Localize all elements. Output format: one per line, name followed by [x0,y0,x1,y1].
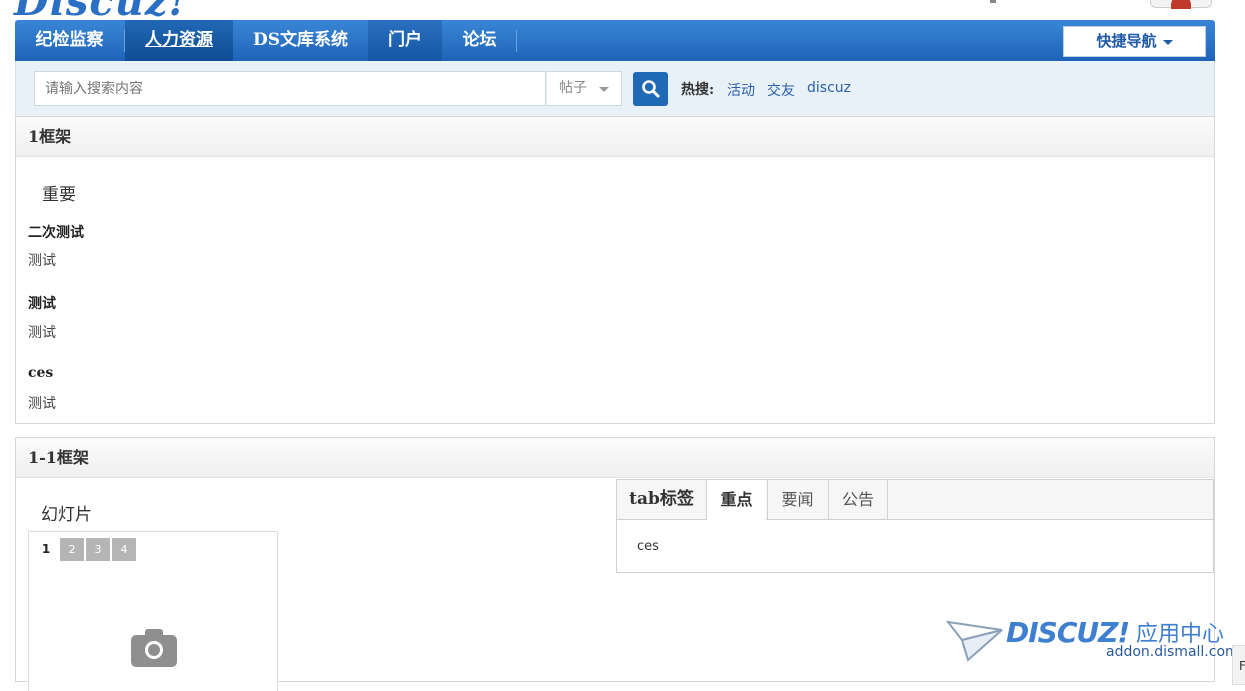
block-title: 重要 [42,185,76,205]
slide-indicator[interactable]: 1 [34,538,58,561]
search-type-value: 帖子 [559,80,587,96]
tab-widget: tab标签 重点 要闻 公告 ces [616,479,1214,573]
hot-search-link[interactable]: discuz [807,80,851,96]
frame-panel-1: 1框架 重要 二次测试 测试 测试 测试 ces 测试 [15,116,1215,424]
hot-search-link[interactable]: 交友 [767,80,795,100]
user-avatar[interactable] [1150,0,1212,9]
tab-gonggao[interactable]: 公告 [828,480,888,519]
tab-caption: tab标签 [629,489,694,509]
hot-search-link[interactable]: 活动 [727,80,755,100]
corner-widget[interactable]: F [1232,645,1245,685]
slide-indicator[interactable]: 4 [112,538,136,561]
tab-zhongdian[interactable]: 重点 [706,480,766,520]
article-summary: 测试 [28,325,56,341]
camera-icon [131,629,177,667]
slide-indicator[interactable]: 3 [86,538,110,561]
site-logo[interactable]: Discuz! [14,0,187,20]
article-summary: 测试 [28,396,56,412]
paper-plane-icon [946,620,1003,662]
panel-title: 1框架 [16,117,1214,157]
main-nav: 纪检监察 人力资源 DS文库系统 门户 论坛 快捷导航 [15,20,1215,61]
nav-item-portal[interactable]: 门户 [368,20,442,61]
nav-item-jijian[interactable]: 纪检监察 [15,20,124,61]
nav-item-hr[interactable]: 人力资源 [125,20,233,61]
article-title[interactable]: 二次测试 [28,222,84,242]
search-input[interactable] [34,71,546,106]
tab-yaowen[interactable]: 要闻 [767,480,827,519]
quick-nav-button[interactable]: 快捷导航 [1063,26,1206,57]
slide-indicator[interactable]: 2 [60,538,84,561]
search-button[interactable] [633,72,668,106]
panel-title: 1-1框架 [16,438,1214,478]
article-summary: 测试 [28,253,56,269]
tab-content-item[interactable]: ces [637,539,659,554]
nav-item-ds-library[interactable]: DS文库系统 [233,20,368,61]
search-icon [642,80,660,98]
top-header: Discuz! [0,0,1245,20]
quick-nav-label: 快捷导航 [1096,32,1157,50]
article-title[interactable]: ces [28,365,53,381]
search-type-select[interactable]: 帖子 [546,71,622,106]
chevron-down-icon [599,87,609,92]
search-bar: 帖子 热搜: 活动 交友 discuz [15,61,1215,116]
chevron-down-icon [1162,39,1173,45]
header-mark [990,0,996,3]
nav-item-forum[interactable]: 论坛 [442,20,517,61]
watermark-url: addon.dismall.com [1106,644,1239,660]
nav-separator [516,30,517,52]
slideshow[interactable]: 1 2 3 4 [28,531,278,691]
slideshow-title: 幻灯片 [41,505,92,525]
watermark: DISCUZ! 应用中心 addon.dismall.com [946,614,1245,678]
article-title[interactable]: 测试 [28,293,56,313]
tab-header: tab标签 重点 要闻 公告 [617,480,1213,520]
hot-search-label: 热搜: [681,82,715,98]
